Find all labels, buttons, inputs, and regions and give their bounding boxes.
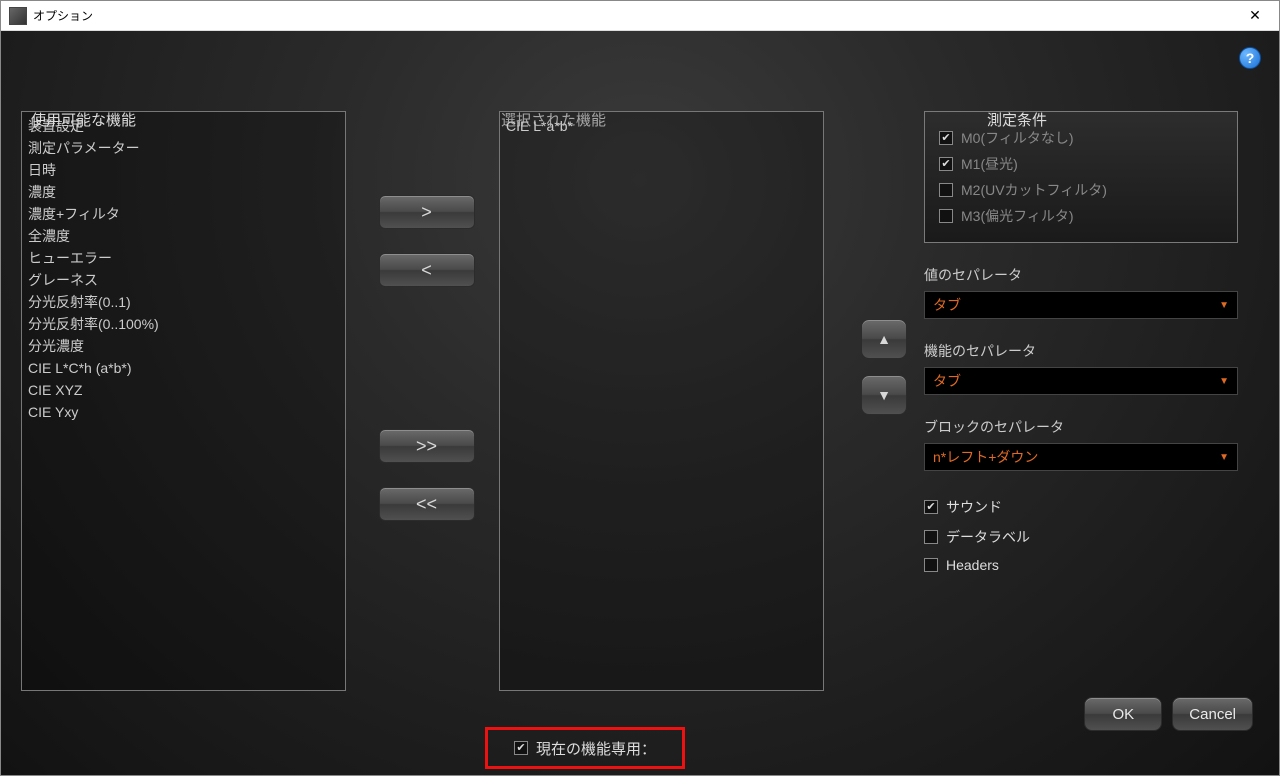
move-down-button[interactable] (861, 375, 907, 415)
chevron-down-icon: ▼ (1219, 300, 1229, 311)
app-icon (9, 7, 27, 25)
value-separator-value: タブ (933, 295, 961, 315)
checkbox-icon (939, 131, 953, 145)
available-listbox[interactable]: 装置設定測定パラメーター日時濃度濃度+フィルタ全濃度ヒューエラーグレーネス分光反… (21, 111, 346, 691)
list-item[interactable]: 全濃度 (28, 225, 339, 247)
checkbox-icon[interactable] (514, 741, 528, 755)
headers-checkbox[interactable]: Headers (924, 557, 1265, 573)
condition-checkbox: M1(昼光) (939, 154, 1223, 174)
checkbox-icon (939, 183, 953, 197)
current-only-highlight: 現在の機能専用： (485, 727, 685, 769)
ok-button[interactable]: OK (1084, 697, 1162, 731)
condition-checkbox: M2(UVカットフィルタ) (939, 180, 1223, 200)
value-separator-dropdown[interactable]: タブ ▼ (924, 291, 1238, 319)
block-separator-label: ブロックのセパレータ (924, 417, 1265, 437)
func-separator-label: 機能のセパレータ (924, 341, 1265, 361)
move-left-button[interactable]: < (379, 253, 475, 287)
checkbox-icon (924, 500, 938, 514)
condition-label: M0(フィルタなし) (961, 128, 1074, 148)
sound-label: サウンド (946, 497, 1002, 517)
conditions-label: 測定条件 (987, 109, 1047, 130)
close-icon[interactable]: ✕ (1233, 2, 1277, 30)
checkbox-icon (924, 558, 938, 572)
condition-label: M1(昼光) (961, 154, 1018, 174)
titlebar: オプション ✕ (1, 1, 1279, 31)
datalabel-label: データラベル (946, 527, 1030, 547)
condition-label: M2(UVカットフィルタ) (961, 180, 1107, 200)
list-item[interactable]: CIE L*C*h (a*b*) (28, 357, 339, 379)
block-separator-dropdown[interactable]: n*レフト+ダウン ▼ (924, 443, 1238, 471)
list-item[interactable]: CIE Yxy (28, 401, 339, 423)
list-item[interactable]: 分光濃度 (28, 335, 339, 357)
move-all-left-button[interactable]: << (379, 487, 475, 521)
condition-label: M3(偏光フィルタ) (961, 206, 1074, 226)
chevron-down-icon: ▼ (1219, 376, 1229, 387)
checkbox-icon (939, 209, 953, 223)
block-separator-value: n*レフト+ダウン (933, 447, 1038, 467)
chevron-down-icon: ▼ (1219, 452, 1229, 463)
current-only-label[interactable]: 現在の機能専用： (536, 738, 656, 759)
move-right-button[interactable]: > (379, 195, 475, 229)
sound-checkbox[interactable]: サウンド (924, 497, 1265, 517)
list-item[interactable]: 濃度 (28, 181, 339, 203)
condition-checkbox: M3(偏光フィルタ) (939, 206, 1223, 226)
conditions-box: M0(フィルタなし) M1(昼光) M2(UVカットフィルタ) M3(偏光フィルタ) (924, 111, 1238, 243)
options-dialog: オプション ✕ ? 使用可能な機能 選択された機能 測定条件 装置設定測定パラメ… (0, 0, 1280, 776)
func-separator-dropdown[interactable]: タブ ▼ (924, 367, 1238, 395)
list-item[interactable]: CIE L*a*b* (506, 115, 817, 137)
move-all-right-button[interactable]: >> (379, 429, 475, 463)
list-item[interactable]: グレーネス (28, 269, 339, 291)
move-up-button[interactable] (861, 319, 907, 359)
list-item[interactable]: 分光反射率(0..1) (28, 291, 339, 313)
headers-label: Headers (946, 557, 999, 573)
func-separator-value: タブ (933, 371, 961, 391)
list-item[interactable]: 分光反射率(0..100%) (28, 313, 339, 335)
client-area: ? 使用可能な機能 選択された機能 測定条件 装置設定測定パラメーター日時濃度濃… (1, 31, 1279, 775)
condition-checkbox: M0(フィルタなし) (939, 128, 1223, 148)
available-label: 使用可能な機能 (31, 109, 136, 130)
list-item[interactable]: 濃度+フィルタ (28, 203, 339, 225)
cancel-button[interactable]: Cancel (1172, 697, 1253, 731)
datalabel-checkbox[interactable]: データラベル (924, 527, 1265, 547)
list-item[interactable]: 測定パラメーター (28, 137, 339, 159)
selected-listbox[interactable]: CIE L*a*b* (499, 111, 824, 691)
value-separator-label: 値のセパレータ (924, 265, 1265, 285)
checkbox-icon (924, 530, 938, 544)
window-title: オプション (33, 7, 1233, 24)
checkbox-icon (939, 157, 953, 171)
list-item[interactable]: ヒューエラー (28, 247, 339, 269)
help-icon[interactable]: ? (1239, 47, 1261, 69)
list-item[interactable]: 日時 (28, 159, 339, 181)
list-item[interactable]: CIE XYZ (28, 379, 339, 401)
